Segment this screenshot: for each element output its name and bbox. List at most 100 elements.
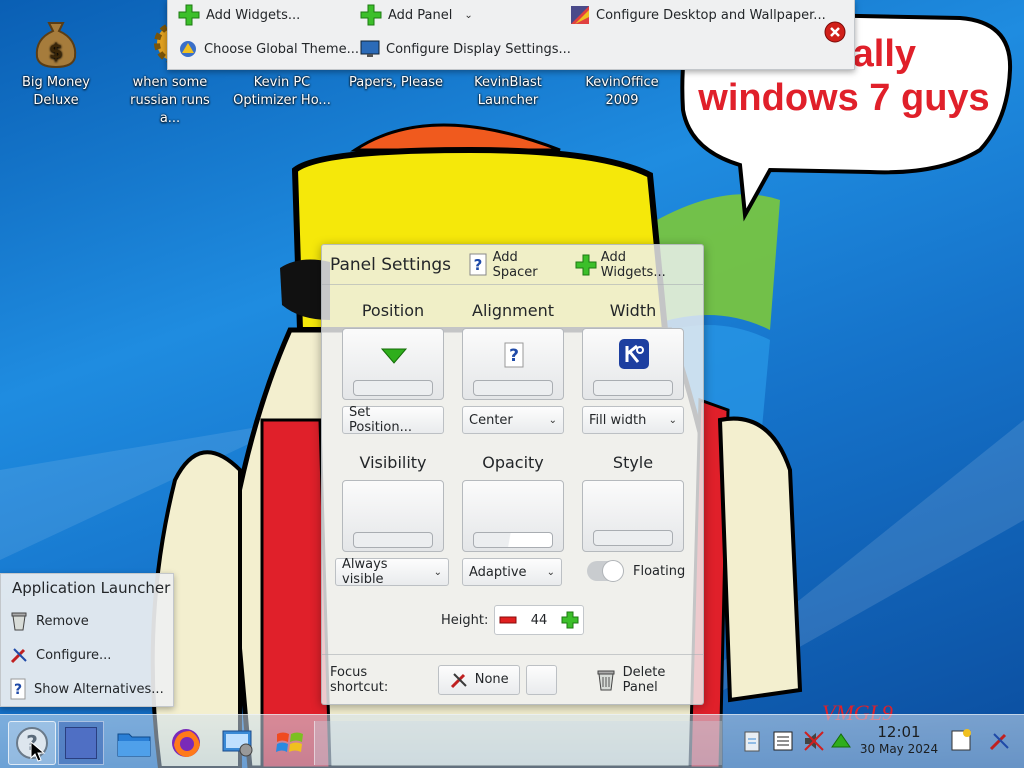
windows-logo-button[interactable] xyxy=(266,721,314,765)
desktop-icon-label: Papers, Please xyxy=(348,75,444,90)
close-icon[interactable] xyxy=(824,21,846,43)
chevron-down-icon: ⌄ xyxy=(464,9,473,21)
height-label: Height: xyxy=(441,613,489,628)
focus-shortcut-label: Focus shortcut: xyxy=(330,664,389,695)
width-preview[interactable] xyxy=(582,328,684,400)
panel-settings-header: Panel Settings ? Add Spacer Add Widgets.… xyxy=(322,245,703,285)
desktop-icon-label: Big Money Deluxe xyxy=(21,75,90,108)
desktop-icon xyxy=(65,727,97,759)
clock-time[interactable]: 12:01 xyxy=(846,723,952,741)
desktop-context-menu: Add Widgets... Add Panel ⌄ Configure Des… xyxy=(167,0,855,70)
opacity-section: Opacity xyxy=(462,451,564,552)
floating-switch[interactable] xyxy=(587,560,624,582)
width-label: Width xyxy=(609,301,657,320)
help-icon: ? xyxy=(10,678,26,700)
svg-text:$: $ xyxy=(49,39,63,63)
add-panel-menu-item[interactable]: Add Panel ⌄ xyxy=(360,3,473,27)
show-alternatives-menu-item[interactable]: ? Show Alternatives... xyxy=(1,672,173,706)
panel-settings-title: Panel Settings xyxy=(330,254,451,275)
style-preview[interactable] xyxy=(582,480,684,552)
height-value: 44 xyxy=(530,612,548,628)
display-settings-menu-item[interactable]: Configure Display Settings... xyxy=(360,37,571,61)
folder-icon xyxy=(117,733,151,757)
visibility-select[interactable]: Always visible ⌄ xyxy=(335,557,449,587)
plus-icon xyxy=(360,4,382,26)
system-settings-button[interactable] xyxy=(214,721,262,765)
svg-text:?: ? xyxy=(509,346,519,366)
bubble-text-line2: windows 7 guys xyxy=(698,77,990,119)
minus-icon[interactable] xyxy=(499,615,517,625)
launcher-menu-title: Application Launcher xyxy=(12,579,171,597)
plus-icon xyxy=(575,254,597,275)
trash-icon xyxy=(597,670,615,690)
alignment-select[interactable]: Center ⌄ xyxy=(462,406,564,434)
desktop-icon-label: KevinBlast Launcher xyxy=(474,75,542,108)
opacity-preview[interactable] xyxy=(462,480,564,552)
chevron-down-icon: ⌄ xyxy=(548,414,557,426)
desktop-icon-label: when some russian runs a... xyxy=(130,75,210,126)
alignment-preview[interactable]: ? xyxy=(462,328,564,400)
width-select[interactable]: Fill width ⌄ xyxy=(582,406,684,434)
firefox-icon xyxy=(172,729,200,757)
position-preview[interactable] xyxy=(342,328,444,400)
svg-text:?: ? xyxy=(14,682,22,698)
trash-icon xyxy=(11,612,27,631)
style-section: Style xyxy=(582,451,684,552)
clock-date[interactable]: 30 May 2024 xyxy=(846,742,952,756)
panel-settings-footer: Focus shortcut: None Delete Panel xyxy=(322,654,703,704)
configure-desktop-menu-item[interactable]: Configure Desktop and Wallpaper... xyxy=(570,3,826,27)
task-manager-area[interactable] xyxy=(314,721,722,765)
mouse-cursor-icon xyxy=(30,741,46,762)
alignment-section: Alignment ? xyxy=(462,299,564,400)
chevron-down-icon: ⌄ xyxy=(433,566,442,578)
help-icon: ? xyxy=(469,253,487,275)
desktop-icon-big-money[interactable]: $ Big Money Deluxe xyxy=(4,8,108,110)
add-spacer-button[interactable]: ? Add Spacer xyxy=(467,250,565,280)
remove-menu-item[interactable]: Remove xyxy=(1,604,173,638)
floating-toggle[interactable]: Floating xyxy=(587,560,685,582)
position-label: Position xyxy=(361,301,425,320)
windows-icon xyxy=(276,732,303,752)
notes-icon[interactable] xyxy=(772,729,796,753)
panel-edit-tools-icon[interactable] xyxy=(988,729,1012,753)
visibility-section: Visibility xyxy=(342,451,444,552)
opacity-select[interactable]: Adaptive ⌄ xyxy=(462,558,562,586)
tools-icon xyxy=(450,672,467,688)
kde-icon xyxy=(619,339,649,369)
show-desktop-button[interactable] xyxy=(58,721,104,765)
help-icon: ? xyxy=(504,342,524,368)
focus-shortcut-button[interactable]: None xyxy=(437,664,520,695)
clipboard-icon[interactable] xyxy=(742,729,762,753)
visibility-preview[interactable] xyxy=(342,480,444,552)
firefox-button[interactable] xyxy=(162,721,210,765)
alignment-label: Alignment xyxy=(472,301,554,320)
add-widgets-menu-item[interactable]: Add Widgets... xyxy=(178,3,300,27)
desktop-icon-label: KevinOffice 2009 xyxy=(585,75,659,108)
add-widgets-button[interactable]: Add Widgets... xyxy=(575,250,693,280)
svg-text:?: ? xyxy=(474,256,483,274)
width-section: Width xyxy=(582,299,684,400)
money-bag-icon: $ xyxy=(29,12,83,70)
delete-panel-button[interactable]: Delete Panel xyxy=(595,665,703,695)
panel-settings-dialog: Panel Settings ? Add Spacer Add Widgets.… xyxy=(321,244,704,705)
clear-shortcut-button[interactable] xyxy=(525,664,558,695)
configure-menu-item[interactable]: Configure... xyxy=(1,638,173,672)
desktop-icon-label: Kevin PC Optimizer Ho... xyxy=(233,75,331,108)
opacity-label: Opacity xyxy=(482,453,544,472)
arrow-down-icon xyxy=(380,348,408,364)
global-theme-menu-item[interactable]: Choose Global Theme... xyxy=(178,37,359,61)
notification-icon[interactable] xyxy=(950,727,974,753)
taskbar: ? 12:01 30 May 2024 xyxy=(0,714,1024,768)
settings-icon xyxy=(222,730,253,757)
set-position-button[interactable]: Set Position... xyxy=(342,405,444,435)
chevron-down-icon: ⌄ xyxy=(668,414,677,426)
style-label: Style xyxy=(612,453,654,472)
height-spinbox[interactable]: 44 xyxy=(494,605,584,635)
plus-icon xyxy=(178,4,200,26)
plus-icon[interactable] xyxy=(561,611,579,629)
file-manager-button[interactable] xyxy=(110,721,158,765)
launcher-context-menu: Application Launcher Remove Configure...… xyxy=(0,573,174,707)
position-section: Position xyxy=(342,299,444,400)
volume-muted-icon[interactable] xyxy=(802,729,826,753)
visibility-label: Visibility xyxy=(359,453,427,472)
